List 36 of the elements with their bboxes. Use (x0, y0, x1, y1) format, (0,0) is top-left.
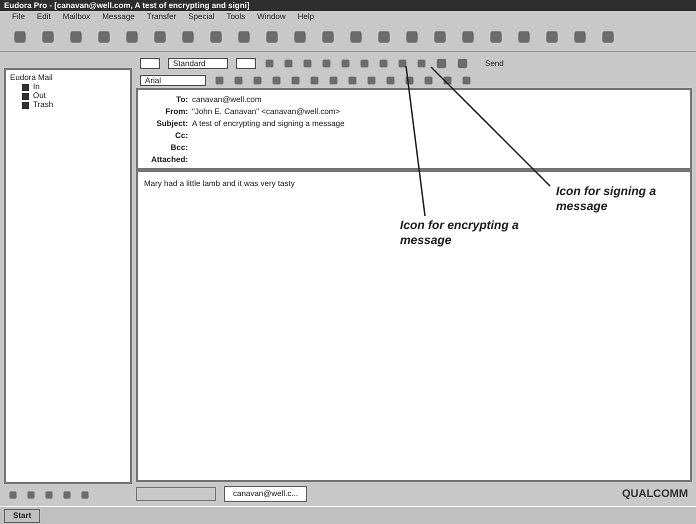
dropdown[interactable] (236, 58, 256, 69)
menu-item[interactable]: Tools (226, 12, 246, 20)
priority-dropdown[interactable]: Standard (168, 58, 228, 69)
body-text: Mary had a little lamb and it was very tasty (144, 179, 295, 188)
header-label: Bcc: (170, 142, 188, 154)
tree-item[interactable]: Out (33, 92, 46, 100)
header-label: To: (175, 94, 188, 106)
dropdown[interactable] (140, 58, 160, 69)
menu-item[interactable]: Message (102, 12, 135, 20)
annotation-text: Icon for signing a message (556, 184, 658, 214)
menu-item[interactable]: File (12, 12, 25, 20)
message-body[interactable]: Mary had a little lamb and it was very tasty Icon for encrypting a message Icon for signing a message (136, 172, 692, 482)
brand-logo: QUALCOMM (622, 486, 689, 502)
header-value[interactable]: "John E. Canavan" <canavan@well.com> (192, 106, 690, 118)
header-label: From: (164, 106, 188, 118)
tree-item[interactable]: Eudora Mail (10, 74, 126, 82)
menu-item[interactable]: Transfer (146, 12, 176, 20)
header-label: Subject: (155, 118, 188, 130)
header-label: Attached: (150, 154, 188, 166)
annotation-text: Icon for encrypting a message (400, 218, 520, 248)
menu-item[interactable]: Window (257, 12, 286, 20)
window-title: Eudora Pro - [canavan@well.com, A test of encrypting and signi] (4, 2, 250, 10)
header-value[interactable]: A test of encrypting and signing a message (192, 118, 690, 130)
toolbar-icon[interactable] (397, 58, 408, 69)
tree-item[interactable]: Trash (33, 101, 54, 109)
menu-item[interactable]: Help (298, 12, 314, 20)
font-dropdown[interactable]: Arial (140, 74, 206, 86)
start-button[interactable]: Start (4, 508, 40, 522)
menu-item[interactable]: Special (188, 12, 214, 20)
header-label: Cc: (174, 130, 188, 142)
tree-item[interactable]: In (33, 83, 40, 91)
menu-item[interactable]: Mailbox (62, 12, 90, 20)
header-value[interactable]: canavan@well.com (192, 94, 690, 106)
menu-item[interactable]: Edit (36, 12, 51, 20)
send-button[interactable]: Send (477, 60, 512, 68)
window-tab[interactable]: canavan@well.c... (224, 486, 308, 502)
